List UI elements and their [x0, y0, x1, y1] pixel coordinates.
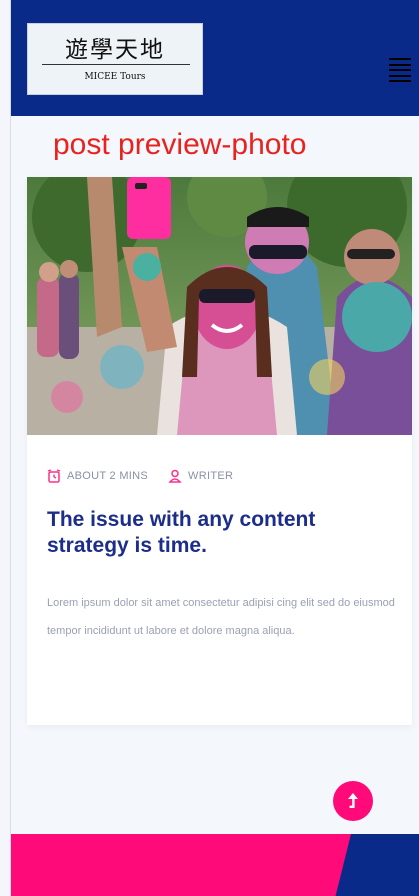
- user-icon: [168, 469, 182, 483]
- site-header: 遊學天地 MICEE Tours: [11, 0, 419, 116]
- post-author[interactable]: WRITER: [188, 470, 233, 482]
- logo-title: 遊學天地: [65, 37, 165, 63]
- site-footer: [11, 834, 419, 896]
- post-title[interactable]: The issue with any content strategy is t…: [47, 507, 399, 559]
- page: 遊學天地 MICEE Tours post preview-photo ABOU…: [10, 0, 419, 896]
- read-time: ABOUT 2 MINS: [67, 470, 149, 482]
- annotation-label: post preview-photo: [53, 128, 307, 161]
- arrow-up-icon: [348, 793, 358, 808]
- logo-divider: [42, 64, 190, 65]
- alarm-clock-icon: [47, 469, 61, 483]
- post-card[interactable]: ABOUT 2 MINS WRITER The issue with any c…: [27, 177, 412, 725]
- site-logo[interactable]: 遊學天地 MICEE Tours: [27, 23, 203, 95]
- logo-subtitle: MICEE Tours: [84, 72, 146, 82]
- back-to-top-button[interactable]: [333, 781, 373, 821]
- post-photo[interactable]: [27, 177, 412, 435]
- hamburger-menu-icon[interactable]: [389, 58, 411, 82]
- footer-accent-band: [335, 834, 419, 896]
- post-excerpt: Lorem ipsum dolor sit amet consectetur a…: [47, 597, 395, 637]
- post-meta: ABOUT 2 MINS WRITER: [47, 467, 233, 485]
